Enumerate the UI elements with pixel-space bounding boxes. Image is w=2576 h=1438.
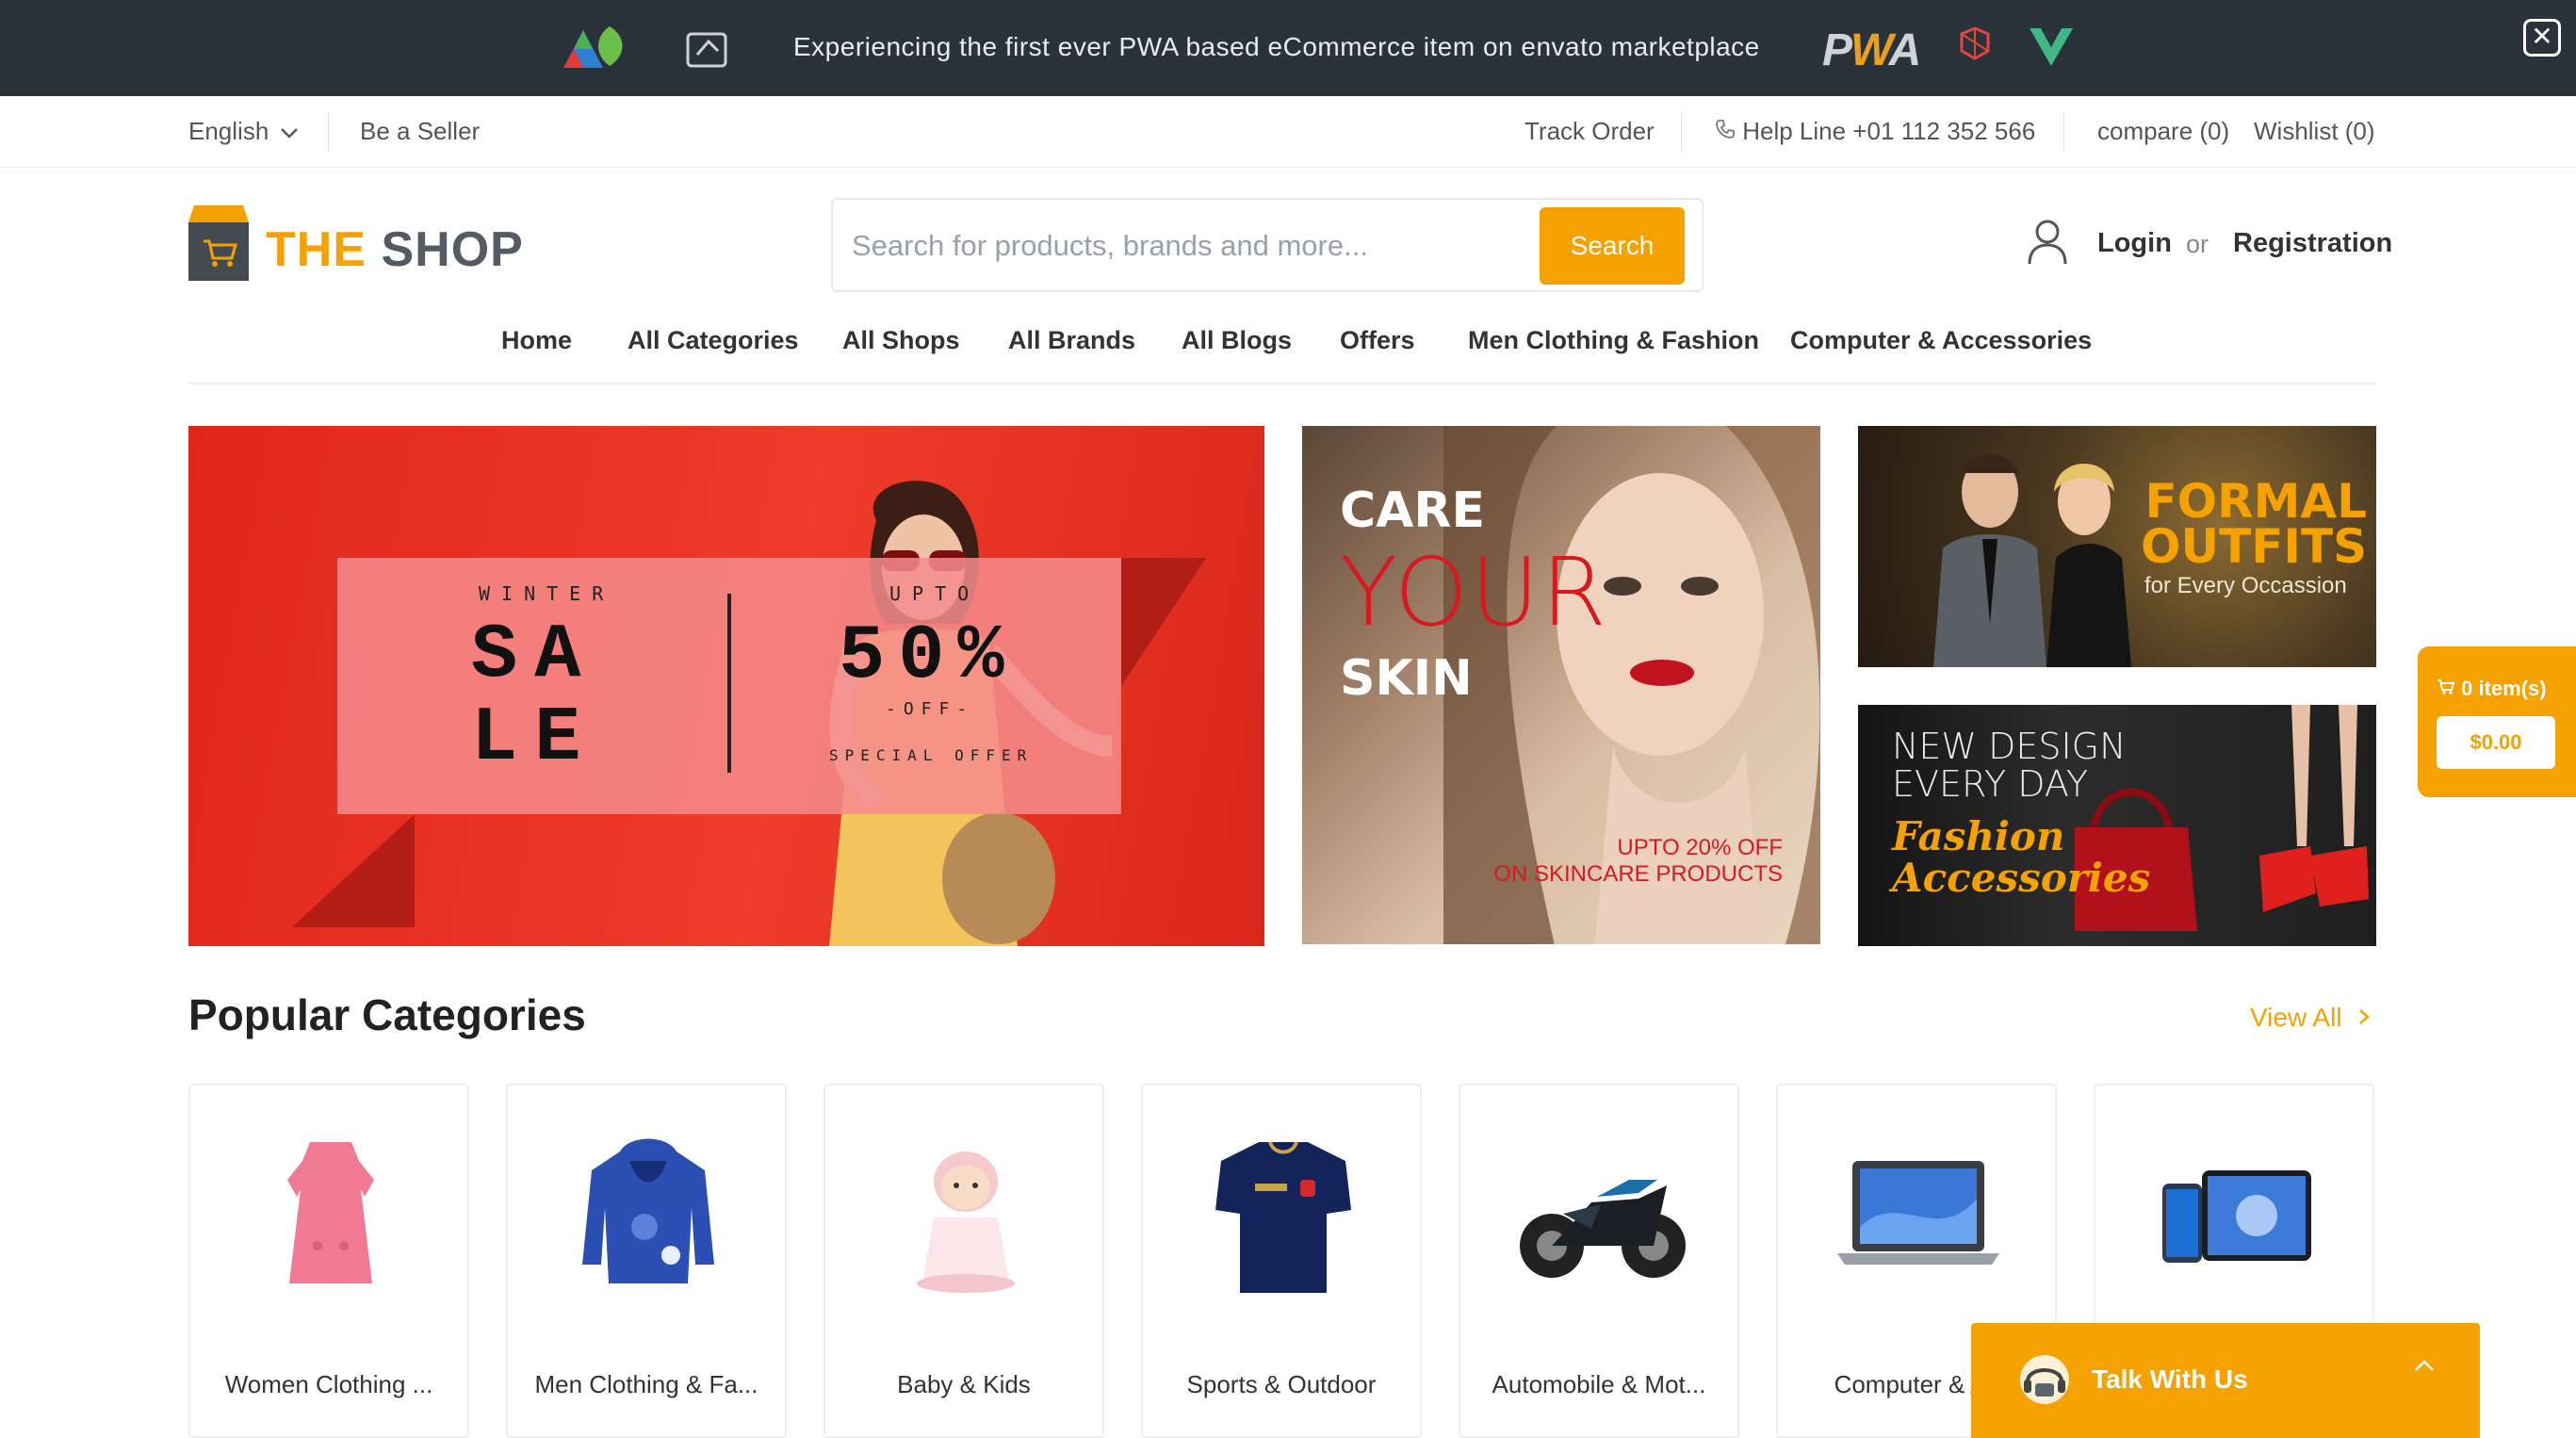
language-selector[interactable]: English: [188, 117, 299, 146]
your-text: YOUR: [1340, 537, 1609, 647]
search-box: Search: [831, 198, 1704, 292]
be-seller-link[interactable]: Be a Seller: [360, 117, 480, 146]
fashion-line3: Fashion: [1892, 813, 2065, 859]
hoodie-icon: [582, 1138, 714, 1283]
floating-cart[interactable]: 0 item(s) $0.00: [2418, 646, 2576, 797]
brand-shop: SHOP: [381, 222, 524, 277]
nav-item-all-categories[interactable]: All Categories: [628, 326, 799, 355]
top-bar: English Be a Seller Track Order Help Lin…: [0, 96, 2576, 168]
category-label: Sports & Outdoor: [1186, 1370, 1377, 1398]
nav-item-offers[interactable]: Offers: [1340, 326, 1415, 355]
nav-item-all-brands[interactable]: All Brands: [1008, 326, 1135, 355]
special-offer-text: SPECIAL OFFER: [829, 746, 1034, 764]
motorcycle-icon: [1520, 1180, 1686, 1278]
category-label: Automobile & Mot...: [1492, 1370, 1706, 1398]
fashion-headline: NEW DESIGN EVERY DAY: [1892, 727, 2127, 803]
main-nav: Home All Categories All Shops All Brands…: [188, 320, 2376, 384]
talk-with-us-widget[interactable]: Talk With Us: [1971, 1323, 2480, 1438]
headset-icon: [2020, 1355, 2069, 1404]
doll-icon: [917, 1152, 1015, 1293]
fashion-script: Fashion Accessories: [1892, 816, 2150, 899]
category-card[interactable]: Women Clothing ...: [188, 1084, 469, 1438]
tablet-phone-icon: [2162, 1170, 2311, 1263]
shop-logo-icon[interactable]: [188, 205, 249, 281]
view-all-label: View All: [2250, 1003, 2342, 1032]
eagle-logo-icon: [686, 32, 727, 68]
skin-text: SKIN: [1340, 650, 1473, 707]
popular-categories-title: Popular Categories: [188, 990, 586, 1039]
formal-subtitle: for Every Occassion: [2144, 573, 2347, 598]
search-button[interactable]: Search: [1540, 207, 1685, 285]
phone-icon: [1716, 120, 1735, 139]
laravel-logo-icon: [1960, 26, 1990, 60]
login-link[interactable]: Login: [2097, 228, 2172, 259]
brand-the: THE: [266, 222, 367, 277]
language-label: English: [188, 117, 269, 145]
helpline-text: Help Line +01 112 352 566: [1742, 117, 2036, 145]
leaf-logo-icon: [597, 26, 623, 66]
promo-bar: Experiencing the first ever PWA based eC…: [0, 0, 2576, 96]
chevron-right-icon: [2359, 1009, 2371, 1024]
category-card[interactable]: Baby & Kids: [823, 1084, 1104, 1438]
care-text: CARE: [1340, 482, 1485, 539]
nav-item-all-shops[interactable]: All Shops: [842, 326, 960, 355]
registration-link[interactable]: Registration: [2233, 228, 2392, 259]
compare-link[interactable]: compare (0): [2097, 117, 2229, 146]
fashion-line1: NEW DESIGN: [1892, 726, 2127, 767]
winter-sale-banner[interactable]: WINTER SA LE UPTO 50% -OFF- SPECIAL OFFE…: [188, 426, 1264, 946]
cart-icon: [2437, 679, 2455, 694]
track-order-link[interactable]: Track Order: [1524, 117, 1655, 146]
formal-outfits-banner[interactable]: FORMAL OUTFITS for Every Occassion: [1858, 426, 2376, 667]
upto-text: UPTO: [889, 582, 981, 605]
view-all-link[interactable]: View All: [2250, 1003, 2372, 1033]
formal-title: FORMAL OUTFITS: [2141, 474, 2368, 574]
fashion-accessories-banner[interactable]: NEW DESIGN EVERY DAY Fashion Accessories: [1858, 705, 2376, 946]
couple-image: [1933, 454, 2131, 667]
user-icon[interactable]: [2026, 219, 2069, 266]
chevron-up-icon[interactable]: [2414, 1359, 2435, 1372]
skincare-offer: UPTO 20% OFF ON SKINCARE PRODUCTS: [1493, 835, 1783, 888]
nav-item-men-clothing[interactable]: Men Clothing & Fashion: [1468, 326, 1759, 355]
close-promo-button[interactable]: ✕: [2523, 19, 2561, 57]
laptop-icon: [1837, 1161, 1999, 1265]
cart-items-text: 0 item(s): [2461, 677, 2547, 700]
fashion-line2: EVERY DAY: [1892, 763, 2089, 805]
winter-text: WINTER: [479, 582, 615, 605]
nav-item-computer-accessories[interactable]: Computer & Accessories: [1790, 326, 2092, 355]
category-label: Baby & Kids: [897, 1370, 1031, 1398]
fashion-line4: Accessories: [1892, 855, 2151, 901]
promo-text: Experiencing the first ever PWA based eC…: [793, 32, 1760, 61]
percent-text: 50%: [839, 613, 1018, 700]
category-card[interactable]: Sports & Outdoor: [1141, 1084, 1422, 1438]
pwa-logo: PWA: [1822, 25, 1921, 75]
category-card[interactable]: Automobile & Mot...: [1459, 1084, 1739, 1438]
helpline[interactable]: Help Line +01 112 352 566: [1715, 117, 2035, 146]
category-card[interactable]: Men Clothing & Fa...: [506, 1084, 787, 1438]
or-text: or: [2186, 230, 2209, 258]
cart-total: $0.00: [2437, 716, 2555, 769]
skincare-banner[interactable]: CARE YOUR SKIN UPTO 20% OFF ON SKINCARE …: [1302, 426, 1820, 944]
off-text: -OFF-: [886, 699, 975, 719]
skincare-offer-line1: UPTO 20% OFF: [1617, 835, 1783, 860]
category-label: Women Clothing ...: [224, 1370, 433, 1398]
wishlist-link[interactable]: Wishlist (0): [2254, 117, 2375, 146]
search-input[interactable]: [852, 222, 1511, 270]
sale-text: SA LE: [471, 612, 598, 782]
cart-item-count: 0 item(s): [2437, 677, 2547, 701]
nav-item-all-blogs[interactable]: All Blogs: [1182, 326, 1292, 355]
dress-icon: [287, 1142, 374, 1283]
brand-name[interactable]: THE SHOP: [266, 221, 524, 278]
nav-item-home[interactable]: Home: [501, 326, 572, 355]
jersey-icon: [1215, 1141, 1351, 1293]
vue-logo-icon: [2030, 28, 2073, 66]
category-label: Men Clothing & Fa...: [534, 1370, 758, 1398]
chevron-down-icon: [280, 128, 298, 139]
skincare-offer-line2: ON SKINCARE PRODUCTS: [1493, 861, 1783, 887]
talk-with-us-label: Talk With Us: [2092, 1364, 2248, 1394]
